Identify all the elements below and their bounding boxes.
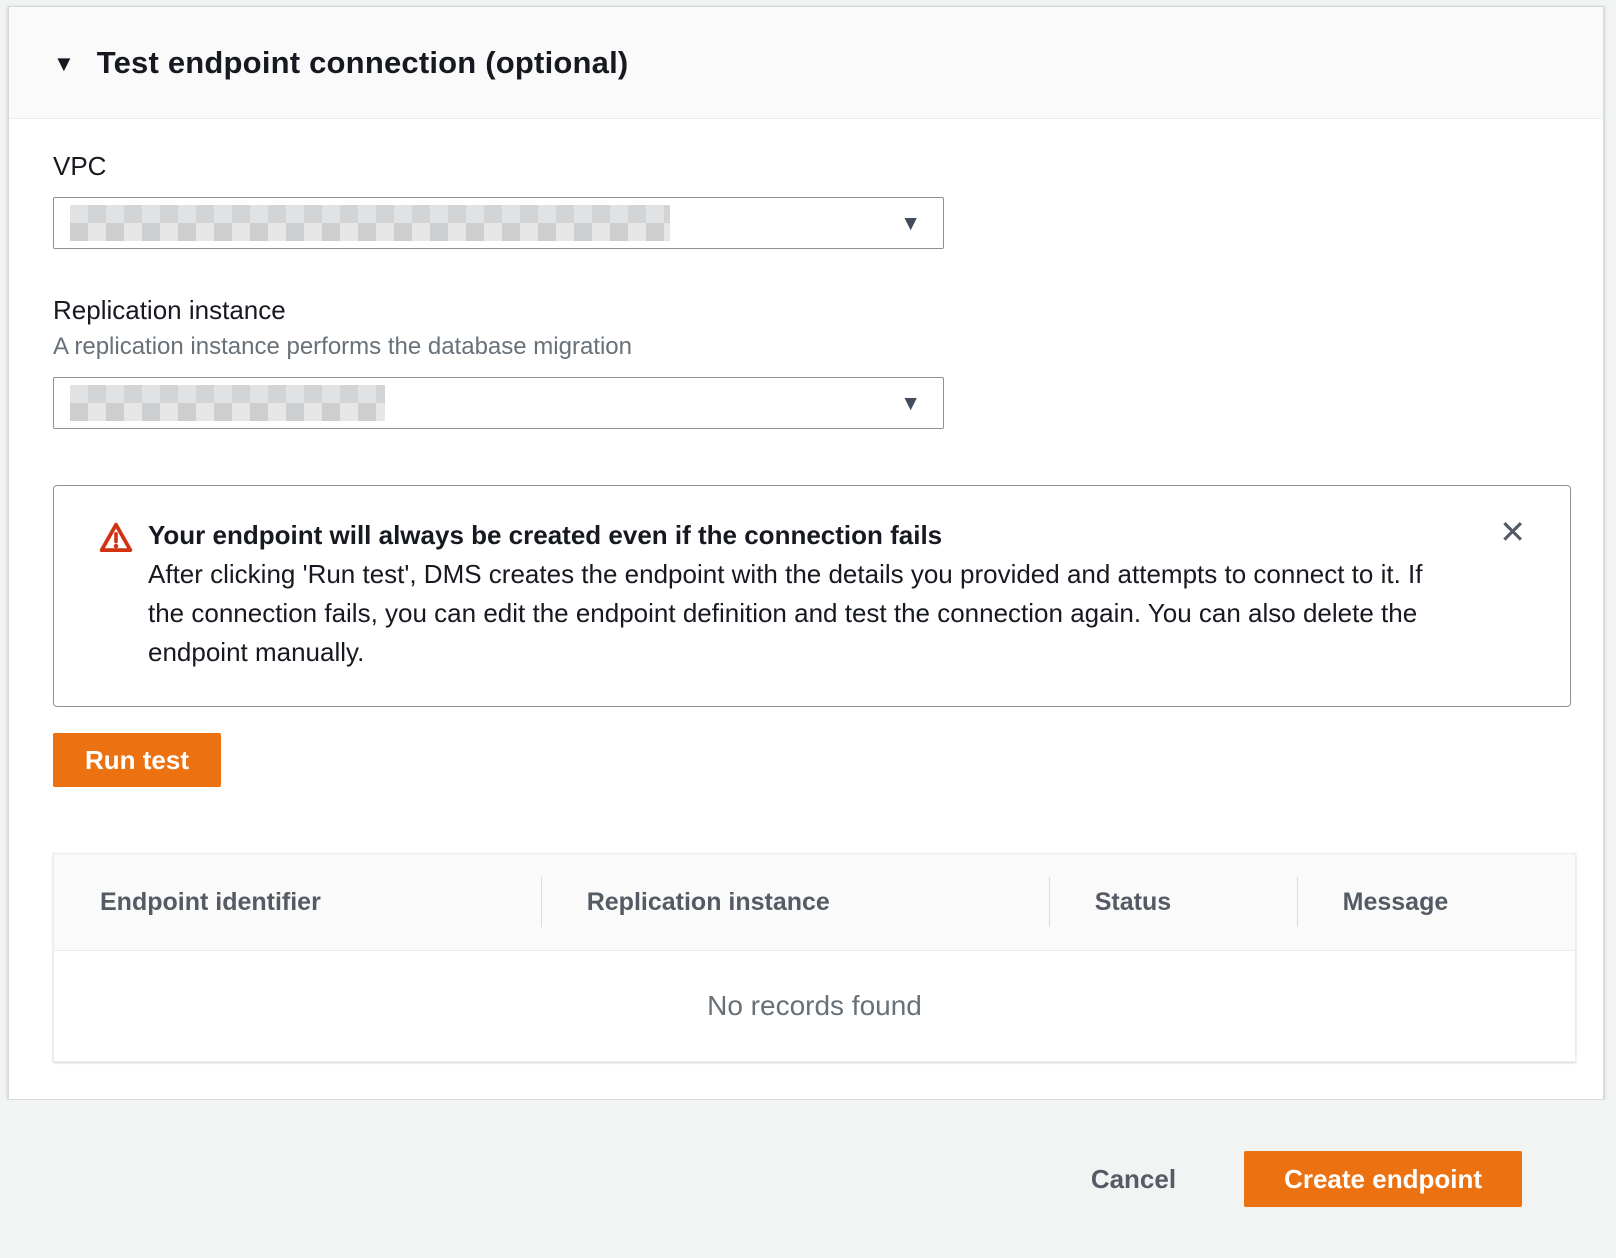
- cancel-button[interactable]: Cancel: [1085, 1163, 1182, 1196]
- vpc-select[interactable]: ▼: [53, 197, 944, 249]
- vpc-label: VPC: [53, 151, 1561, 181]
- replication-instance-redacted-value: [70, 385, 385, 421]
- wizard-footer: Cancel Create endpoint: [0, 1100, 1616, 1258]
- no-records-text: No records found: [707, 990, 922, 1022]
- replication-instance-select[interactable]: ▼: [53, 377, 944, 429]
- replication-instance-field-group: Replication instance A replication insta…: [53, 295, 1561, 429]
- replication-instance-description: A replication instance performs the data…: [53, 333, 1561, 361]
- table-header-row: Endpoint identifier Replication instance…: [54, 854, 1575, 951]
- alert-text: Your endpoint will always be created eve…: [148, 516, 1448, 672]
- vpc-field-group: VPC ▼: [53, 151, 1561, 249]
- warning-triangle-icon: [98, 520, 134, 561]
- section-header[interactable]: ▼ Test endpoint connection (optional): [9, 7, 1603, 119]
- chevron-down-icon: ▼: [900, 393, 921, 414]
- table-empty-state: No records found: [54, 951, 1575, 1061]
- endpoint-warning-alert: Your endpoint will always be created eve…: [53, 485, 1571, 707]
- vpc-redacted-value: [70, 205, 670, 241]
- column-header-message: Message: [1297, 888, 1575, 917]
- collapse-triangle-icon[interactable]: ▼: [53, 53, 75, 75]
- column-header-replication-instance: Replication instance: [541, 888, 1049, 917]
- run-test-button[interactable]: Run test: [53, 733, 221, 787]
- chevron-down-icon: ▼: [900, 213, 921, 234]
- close-icon[interactable]: ✕: [1495, 512, 1530, 552]
- replication-instance-label: Replication instance: [53, 295, 1561, 325]
- column-header-endpoint-identifier: Endpoint identifier: [54, 888, 541, 917]
- test-endpoint-connection-panel: ▼ Test endpoint connection (optional) VP…: [8, 6, 1604, 1100]
- section-title: Test endpoint connection (optional): [97, 45, 629, 81]
- alert-body: After clicking 'Run test', DMS creates t…: [148, 555, 1448, 672]
- connection-results-table: Endpoint identifier Replication instance…: [53, 853, 1576, 1062]
- create-endpoint-button[interactable]: Create endpoint: [1244, 1151, 1522, 1207]
- section-body: VPC ▼ Replication instance A replication…: [9, 119, 1603, 1062]
- column-header-status: Status: [1049, 888, 1297, 917]
- alert-title: Your endpoint will always be created eve…: [148, 516, 1448, 555]
